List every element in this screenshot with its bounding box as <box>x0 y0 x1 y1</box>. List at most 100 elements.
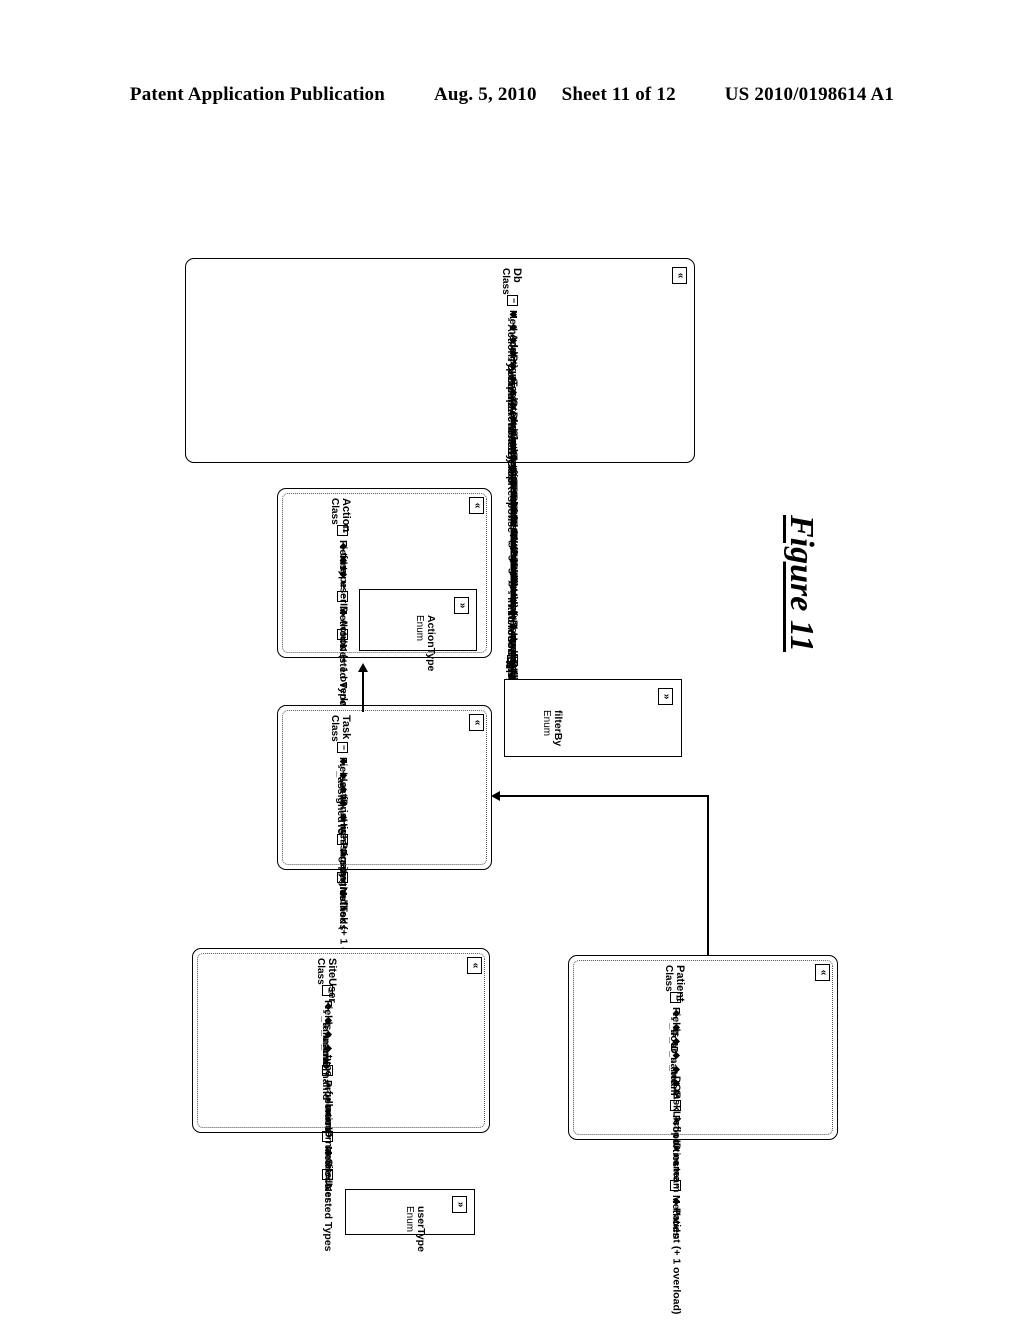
method-icon <box>508 324 519 331</box>
group-toggle-icon[interactable]: − <box>322 985 334 996</box>
field-icon <box>318 1003 334 1013</box>
group-toggle-icon[interactable]: − <box>322 1169 334 1180</box>
group-toggle-icon[interactable]: − <box>337 834 349 845</box>
nested-enum-usertype[interactable]: » userType Enum <box>345 1189 475 1252</box>
member-row[interactable]: Patient (+ 1 overload) <box>670 1198 683 1315</box>
method-icon <box>508 467 519 474</box>
method-icon <box>508 337 519 344</box>
property-icon <box>671 1118 682 1123</box>
property-icon <box>671 1132 682 1137</box>
enum-name: userType Enum <box>404 1206 427 1252</box>
method-icon <box>508 376 519 383</box>
method-icon <box>508 389 519 396</box>
class-title-text: Task <box>340 715 352 740</box>
field-icon <box>338 571 349 578</box>
class-box-patient[interactable]: « Patient Class −Fields _floor _ID _name… <box>568 955 838 1314</box>
member-label: Patient (+ 1 overload) <box>670 1207 683 1315</box>
uml-class-diagram: « Db Class −Methods ActionTypeToInt AddP… <box>0 0 1024 1320</box>
field-icon <box>318 1017 334 1027</box>
method-icon <box>508 480 519 487</box>
group-toggle-icon[interactable]: − <box>337 525 349 536</box>
group-toggle-icon[interactable]: − <box>322 1131 334 1142</box>
group-toggle-icon[interactable]: − <box>337 742 349 753</box>
connector-patient-horizontal <box>500 795 709 797</box>
method-icon <box>508 506 519 513</box>
expand-icon[interactable]: » <box>452 1196 467 1213</box>
class-box-db[interactable]: « Db Class −Methods ActionTypeToInt AddP… <box>185 258 695 757</box>
field-icon <box>666 1038 682 1048</box>
method-icon <box>508 532 519 539</box>
group-toggle-icon[interactable]: − <box>670 992 682 1003</box>
expand-icon[interactable]: » <box>658 688 673 705</box>
method-icon <box>508 519 519 526</box>
method-icon <box>503 363 519 373</box>
collapse-icon[interactable]: « <box>815 964 830 981</box>
enum-name: filterBy Enum <box>541 710 564 747</box>
method-icon <box>338 890 349 897</box>
enum-name: ActionType Enum <box>414 615 437 671</box>
group-header-nested-types[interactable]: − Nested Types <box>322 1169 334 1252</box>
field-icon <box>338 800 349 807</box>
class-box-siteuser[interactable]: « SiteUser Class −Fields _fullname _user… <box>192 948 490 1252</box>
enum-kind-text: Enum <box>541 710 552 737</box>
group-toggle-icon[interactable]: − <box>322 1065 334 1076</box>
field-icon <box>671 1066 682 1073</box>
method-icon <box>503 350 519 360</box>
collapse-icon[interactable]: « <box>469 497 484 514</box>
enum-title-text: filterBy <box>552 710 564 747</box>
method-icon <box>503 597 519 607</box>
group-label: Nested Types <box>337 644 349 712</box>
property-icon <box>338 852 349 857</box>
field-icon <box>338 814 349 821</box>
class-box-task[interactable]: « Task Class −Fields _assignedTo actions… <box>277 705 492 995</box>
collapse-icon[interactable]: « <box>672 267 687 284</box>
class-title-text: Db <box>511 268 523 283</box>
connector-arrowhead-task <box>491 791 500 801</box>
enum-title-text: userType <box>415 1206 427 1252</box>
expand-icon[interactable]: » <box>454 597 469 614</box>
field-icon <box>333 758 349 768</box>
class-box-action[interactable]: « Action Class −Fields time type userID … <box>277 488 492 723</box>
method-icon <box>508 415 519 422</box>
collapse-icon[interactable]: « <box>467 957 482 974</box>
field-icon <box>323 1045 334 1052</box>
method-icon <box>508 428 519 435</box>
method-icon <box>508 493 519 500</box>
group-toggle-icon[interactable]: − <box>507 655 519 666</box>
field-icon <box>666 1010 682 1020</box>
property-icon <box>671 1160 682 1165</box>
method-icon <box>508 558 519 565</box>
collapse-icon[interactable]: « <box>469 714 484 731</box>
method-icon <box>503 311 519 321</box>
group-toggle-icon[interactable]: − <box>670 1100 682 1111</box>
method-icon <box>508 454 519 461</box>
enum-kind-text: Enum <box>414 615 425 642</box>
group-toggle-icon[interactable]: − <box>337 591 349 602</box>
group-toggle-icon[interactable]: − <box>337 872 349 883</box>
method-icon <box>508 610 519 617</box>
connector-task-to-action <box>362 672 364 712</box>
method-icon <box>508 571 519 578</box>
field-icon <box>671 1080 682 1087</box>
class-kind-text: Class <box>500 268 511 295</box>
group-toggle-icon[interactable]: − <box>337 629 349 640</box>
field-icon <box>666 1024 682 1034</box>
connector-arrowhead-action <box>358 663 368 672</box>
group-label: Nested Types <box>322 1184 334 1252</box>
method-icon <box>508 441 519 448</box>
enum-kind-text: Enum <box>404 1206 415 1233</box>
property-icon <box>671 1146 682 1151</box>
field-icon <box>666 1052 682 1062</box>
field-icon <box>338 786 349 793</box>
method-icon <box>508 545 519 552</box>
nested-enum-actiontype[interactable]: » ActionType Enum <box>359 589 477 671</box>
nested-enum-filterby[interactable]: » filterBy Enum <box>504 679 682 757</box>
group-header-nested-types[interactable]: − Nested Types <box>337 629 349 712</box>
group-toggle-icon[interactable]: − <box>507 295 519 306</box>
connector-patient-vertical <box>707 795 709 955</box>
method-icon <box>508 402 519 409</box>
class-name-db: Db Class <box>500 268 523 295</box>
method-icon <box>323 1149 334 1156</box>
group-toggle-icon[interactable]: − <box>670 1180 682 1191</box>
field-icon <box>338 557 349 564</box>
